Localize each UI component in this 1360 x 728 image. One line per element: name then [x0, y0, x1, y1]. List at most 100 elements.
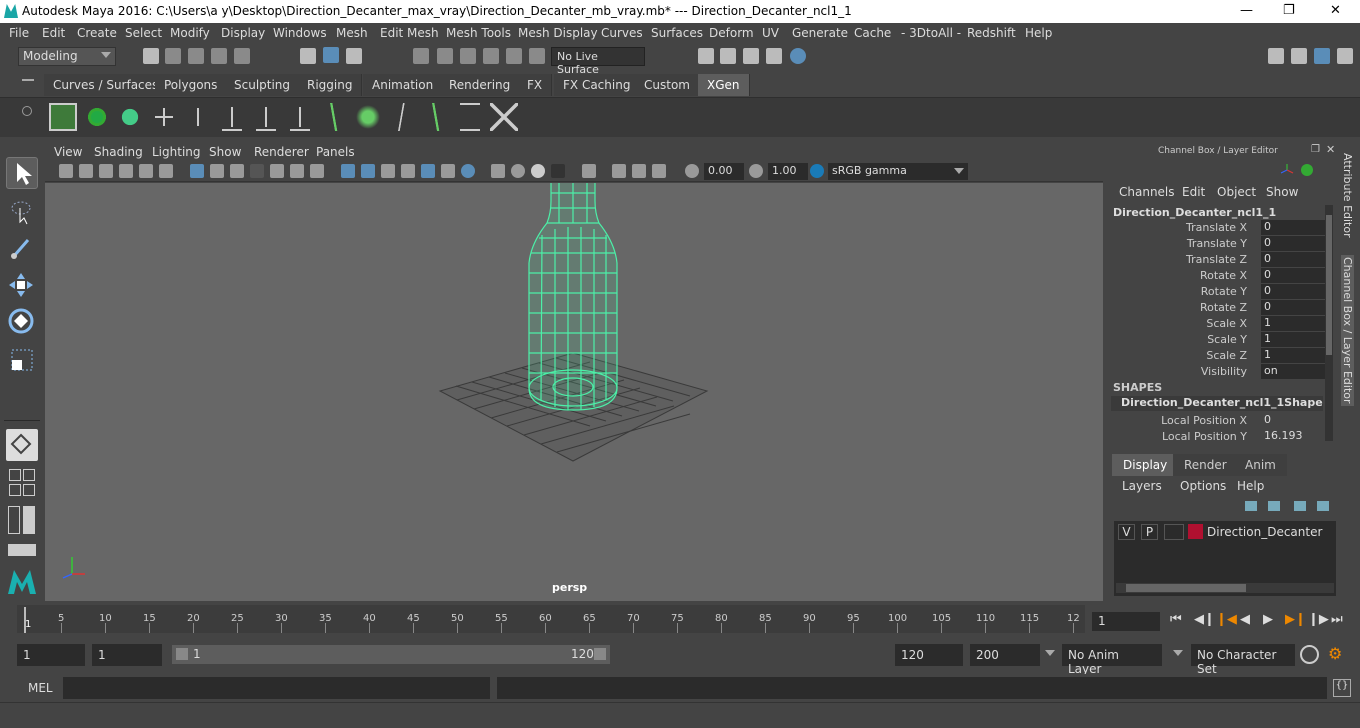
layer-scrollbar[interactable]: [1116, 583, 1334, 593]
isolate-select-icon[interactable]: [582, 164, 596, 178]
gear-icon[interactable]: [22, 106, 32, 116]
tab-polygons[interactable]: Polygons: [155, 74, 228, 96]
guide-down-icon[interactable]: [184, 103, 212, 131]
tab-curves-surfaces[interactable]: Curves / Surfaces: [44, 74, 169, 96]
channel-row[interactable]: Local Position X 0: [1105, 413, 1325, 429]
menu-select[interactable]: Select: [125, 26, 162, 40]
outliner-layout-icon[interactable]: [8, 506, 20, 534]
snap-surface-icon[interactable]: [506, 48, 522, 64]
exposure-field[interactable]: 0.00: [704, 163, 744, 180]
layers-menu-options[interactable]: Options: [1180, 479, 1226, 493]
step-back-frame-icon[interactable]: ◀❙: [1194, 612, 1215, 627]
move-layer-down-icon[interactable]: [1268, 501, 1280, 511]
viewport-menu-lighting[interactable]: Lighting: [152, 145, 201, 159]
xgen-patch-icon[interactable]: [354, 103, 382, 131]
channel-row[interactable]: Scale Y 1: [1105, 332, 1325, 348]
wireframe-icon[interactable]: [341, 164, 355, 178]
tab-fx[interactable]: FX: [518, 74, 553, 96]
ipr-render-icon[interactable]: [743, 48, 759, 64]
time-slider[interactable]: 5 10 15 20 25 30 35 40 45 50 55 60 65 70 75 80 85 90 95 100…: [17, 605, 1085, 633]
channel-row[interactable]: Rotate Z 0: [1105, 300, 1325, 316]
menu-windows[interactable]: Windows: [273, 26, 327, 40]
gate-mask-icon[interactable]: [250, 164, 264, 178]
tab-attribute-editor[interactable]: Attribute Editor: [1341, 153, 1354, 238]
menu-file[interactable]: File: [9, 26, 29, 40]
channel-value[interactable]: 0: [1261, 268, 1325, 283]
new-layer-icon[interactable]: [1294, 501, 1306, 511]
tab-channel-box-layer-editor[interactable]: Channel Box / Layer Editor: [1341, 255, 1354, 406]
menu-mesh-tools[interactable]: Mesh Tools: [446, 26, 511, 40]
viewport-scene[interactable]: persp: [45, 183, 1103, 601]
step-back-key-icon[interactable]: ❙◀: [1216, 612, 1237, 627]
select-tool-icon[interactable]: [6, 157, 38, 189]
channel-row[interactable]: Local Position Y 16.193: [1105, 429, 1325, 445]
add-guide-icon[interactable]: [150, 103, 178, 131]
redo-icon[interactable]: [234, 48, 250, 64]
two-view-layout-icon[interactable]: [9, 484, 21, 496]
menu-cache[interactable]: Cache: [854, 26, 891, 40]
xgen-editor-icon[interactable]: [49, 103, 77, 131]
manipulator-icon[interactable]: [1301, 164, 1313, 176]
channel-row[interactable]: Translate Z 0: [1105, 252, 1325, 268]
snap-point-icon[interactable]: [460, 48, 476, 64]
undo-icon[interactable]: [211, 48, 227, 64]
resolution-gate-icon[interactable]: [230, 164, 244, 178]
channel-value[interactable]: 0: [1261, 284, 1325, 299]
camera-select-icon[interactable]: [59, 164, 73, 178]
color-management-icon[interactable]: [810, 164, 824, 178]
shadows-icon[interactable]: [461, 164, 475, 178]
channel-value[interactable]: 1: [1261, 316, 1325, 331]
grid-icon[interactable]: [190, 164, 204, 178]
depth-of-field-icon[interactable]: [551, 164, 565, 178]
field-chart-icon[interactable]: [270, 164, 284, 178]
render-view-icon[interactable]: [698, 48, 714, 64]
playback-start-field[interactable]: 1: [92, 644, 162, 666]
graph-editor-layout-icon[interactable]: [8, 544, 36, 556]
cb-menu-channels[interactable]: Channels: [1119, 185, 1175, 199]
current-frame-field[interactable]: 1: [1092, 612, 1160, 631]
play-backwards-icon[interactable]: ◀: [1240, 612, 1250, 627]
channel-row[interactable]: Translate X 0: [1105, 220, 1325, 236]
cb-menu-edit[interactable]: Edit: [1182, 185, 1205, 199]
screen-space-ao-icon[interactable]: [491, 164, 505, 178]
layer-tab-render[interactable]: Render: [1173, 454, 1238, 476]
minimize-icon[interactable]: —: [1240, 3, 1253, 18]
flip-guide-icon[interactable]: [388, 103, 416, 131]
script-editor-icon[interactable]: {}: [1333, 679, 1351, 697]
maximize-icon[interactable]: ❐: [1283, 3, 1295, 18]
color-space-select[interactable]: sRGB gamma: [828, 163, 968, 180]
persp-graph-layout-icon[interactable]: [23, 484, 35, 496]
range-slider[interactable]: 1 120: [172, 645, 610, 664]
chevron-down-icon[interactable]: [1173, 650, 1183, 656]
menu-create[interactable]: Create: [77, 26, 117, 40]
menu-surfaces[interactable]: Surfaces: [651, 26, 703, 40]
character-set-select[interactable]: No Character Set: [1191, 644, 1295, 676]
layer-tab-display[interactable]: Display: [1112, 454, 1179, 476]
cb-menu-object[interactable]: Object: [1217, 185, 1256, 199]
layer-type-toggle[interactable]: [1164, 524, 1184, 540]
viewport-menu-renderer[interactable]: Renderer: [254, 145, 309, 159]
channel-row[interactable]: Rotate X 0: [1105, 268, 1325, 284]
channel-row[interactable]: Translate Y 0: [1105, 236, 1325, 252]
mel-label[interactable]: MEL: [28, 681, 53, 695]
menu-mesh-display[interactable]: Mesh Display: [518, 26, 598, 40]
layers-menu-layers[interactable]: Layers: [1122, 479, 1162, 493]
persp-layout-icon[interactable]: [23, 506, 35, 534]
close-icon[interactable]: ✕: [1330, 3, 1341, 18]
command-input[interactable]: [63, 677, 490, 699]
workspace-icon[interactable]: [1268, 48, 1284, 64]
menu-redshift[interactable]: Redshift: [967, 26, 1016, 40]
mode-selector[interactable]: Modeling: [18, 47, 116, 66]
channel-row[interactable]: Scale X 1: [1105, 316, 1325, 332]
tab-sculpting[interactable]: Sculpting: [225, 74, 301, 96]
animation-end-field[interactable]: 200: [970, 644, 1040, 666]
xray-active-icon[interactable]: [632, 164, 646, 178]
wireframe-on-shaded-icon[interactable]: [401, 164, 415, 178]
snap-curve-icon[interactable]: [437, 48, 453, 64]
select-hierarchy-icon[interactable]: [300, 48, 316, 64]
menu-curves[interactable]: Curves: [601, 26, 643, 40]
film-gate-icon[interactable]: [210, 164, 224, 178]
select-component-icon[interactable]: [346, 48, 362, 64]
new-layer-selected-icon[interactable]: [1317, 501, 1329, 511]
safe-action-icon[interactable]: [290, 164, 304, 178]
